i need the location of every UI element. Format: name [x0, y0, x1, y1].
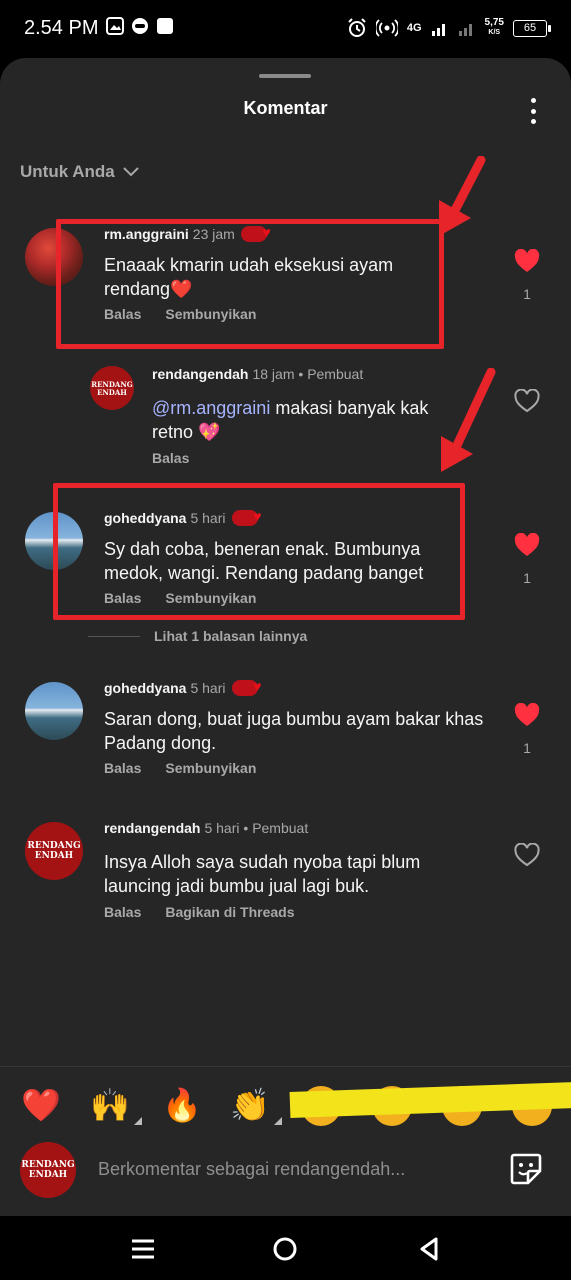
author-label: Pembuat [252, 820, 309, 836]
like-button[interactable] [513, 842, 541, 872]
avatar-text: ENDAH [34, 850, 74, 861]
filter-label: Untuk Anda [20, 162, 115, 181]
comment-text: Saran dong, buat juga bumbu ayam bakar k… [104, 709, 484, 753]
avatar-text: RENDANG [91, 379, 133, 389]
more-vertical-icon[interactable] [522, 96, 544, 126]
comment-input[interactable]: Berkomentar sebagai rendangendah... [98, 1159, 405, 1180]
chevron-down-icon [123, 167, 139, 177]
heart-reaction-icon[interactable]: ❤️ [21, 1083, 61, 1127]
heart-filled-icon [514, 248, 540, 272]
comment-text: @rm.anggraini makasi banyak kak retno 💖 [152, 396, 452, 444]
like-button[interactable]: 1 [513, 532, 541, 586]
hotspot-icon [375, 19, 398, 37]
like-button[interactable]: 1 [513, 702, 541, 756]
network-type: 4G [406, 22, 422, 34]
system-nav-bar [0, 1216, 571, 1280]
avatar-text: RENDANG [21, 1159, 75, 1170]
divider-line [88, 635, 140, 637]
reply-button[interactable]: Balas [104, 904, 141, 920]
username[interactable]: goheddyana [104, 680, 186, 696]
home-icon[interactable] [268, 1232, 302, 1266]
author-label: Pembuat [307, 366, 364, 382]
annotation-box [53, 483, 465, 620]
avatar[interactable]: RENDANG ENDAH [25, 822, 83, 880]
comment-header: rendangendah 5 hari • Pembuat [104, 820, 309, 836]
view-more-replies[interactable]: Lihat 1 balasan lainnya [88, 628, 307, 644]
like-button[interactable]: 1 [513, 248, 541, 302]
timestamp: 5 hari [190, 680, 226, 696]
status-bar: 2.54 PM 4G 5,75 K/S 65 [0, 0, 571, 58]
filter-dropdown[interactable]: Untuk Anda [20, 162, 139, 182]
avatar[interactable]: RENDANG ENDAH [90, 366, 134, 410]
back-icon[interactable] [412, 1232, 446, 1266]
mention-link[interactable]: @rm.anggraini [152, 398, 270, 418]
signal-2-icon [458, 24, 472, 36]
comment-header: goheddyana 5 hari [104, 678, 262, 696]
comment-text: Insya Alloh saya sudah nyoba tapi blum l… [104, 852, 421, 896]
messenger-icon [132, 18, 148, 34]
battery-icon: 65 [513, 19, 551, 37]
view-more-replies-label: Lihat 1 balasan lainnya [154, 628, 308, 644]
reply-button[interactable]: Balas [104, 760, 141, 776]
avatar[interactable] [25, 682, 83, 740]
raised-hands-reaction-icon[interactable]: 🙌 [90, 1083, 142, 1127]
status-right: 4G 5,75 K/S 65 [347, 15, 551, 41]
like-count: 1 [523, 740, 531, 756]
heart-filled-icon [514, 532, 540, 556]
avatar-text: RENDANG [27, 840, 81, 851]
annotation-box [56, 219, 444, 349]
like-count: 1 [523, 570, 531, 586]
gallery-icon [106, 17, 124, 35]
heart-outline-icon [514, 388, 540, 413]
reply-button[interactable]: Balas [152, 450, 189, 466]
avatar-text: ENDAH [28, 1169, 68, 1180]
composer-avatar: RENDANG ENDAH [20, 1142, 76, 1198]
alarm-icon [348, 18, 366, 37]
annotation-arrow [439, 156, 486, 236]
avatar-text: ENDAH [97, 387, 127, 397]
status-time: 2.54 PM [24, 17, 99, 39]
signal-icon [431, 24, 445, 36]
comment-actions: Balas [152, 450, 189, 466]
clap-reaction-icon[interactable]: 👏 [230, 1083, 282, 1127]
recent-apps-icon[interactable] [126, 1232, 160, 1266]
comment-actions: Balas Sembunyikan [104, 760, 256, 776]
share-threads-button[interactable]: Bagikan di Threads [165, 904, 294, 920]
sticker-icon[interactable] [508, 1151, 544, 1187]
heart-outline-icon [514, 842, 540, 867]
fan-badge-icon [231, 678, 262, 696]
username[interactable]: rendangendah [104, 820, 200, 836]
timestamp: 18 jam [252, 366, 295, 382]
app-notification-icon [157, 18, 173, 34]
hide-button[interactable]: Sembunyikan [165, 760, 256, 776]
sheet-title: Komentar [243, 98, 328, 118]
like-count: 1 [523, 286, 531, 302]
like-button[interactable] [513, 388, 541, 418]
composer-divider [0, 1066, 571, 1067]
net-speed: 5,75 K/S [484, 17, 504, 37]
timestamp: 5 hari [204, 820, 240, 836]
username[interactable]: rendangendah [152, 366, 248, 382]
comment-header: rendangendah 18 jam • Pembuat [152, 366, 364, 382]
drag-handle[interactable] [259, 74, 311, 78]
fire-reaction-icon[interactable]: 🔥 [162, 1083, 202, 1127]
annotation-arrow [441, 368, 496, 472]
comment-actions: Balas Bagikan di Threads [104, 904, 295, 920]
heart-filled-icon [514, 702, 540, 726]
